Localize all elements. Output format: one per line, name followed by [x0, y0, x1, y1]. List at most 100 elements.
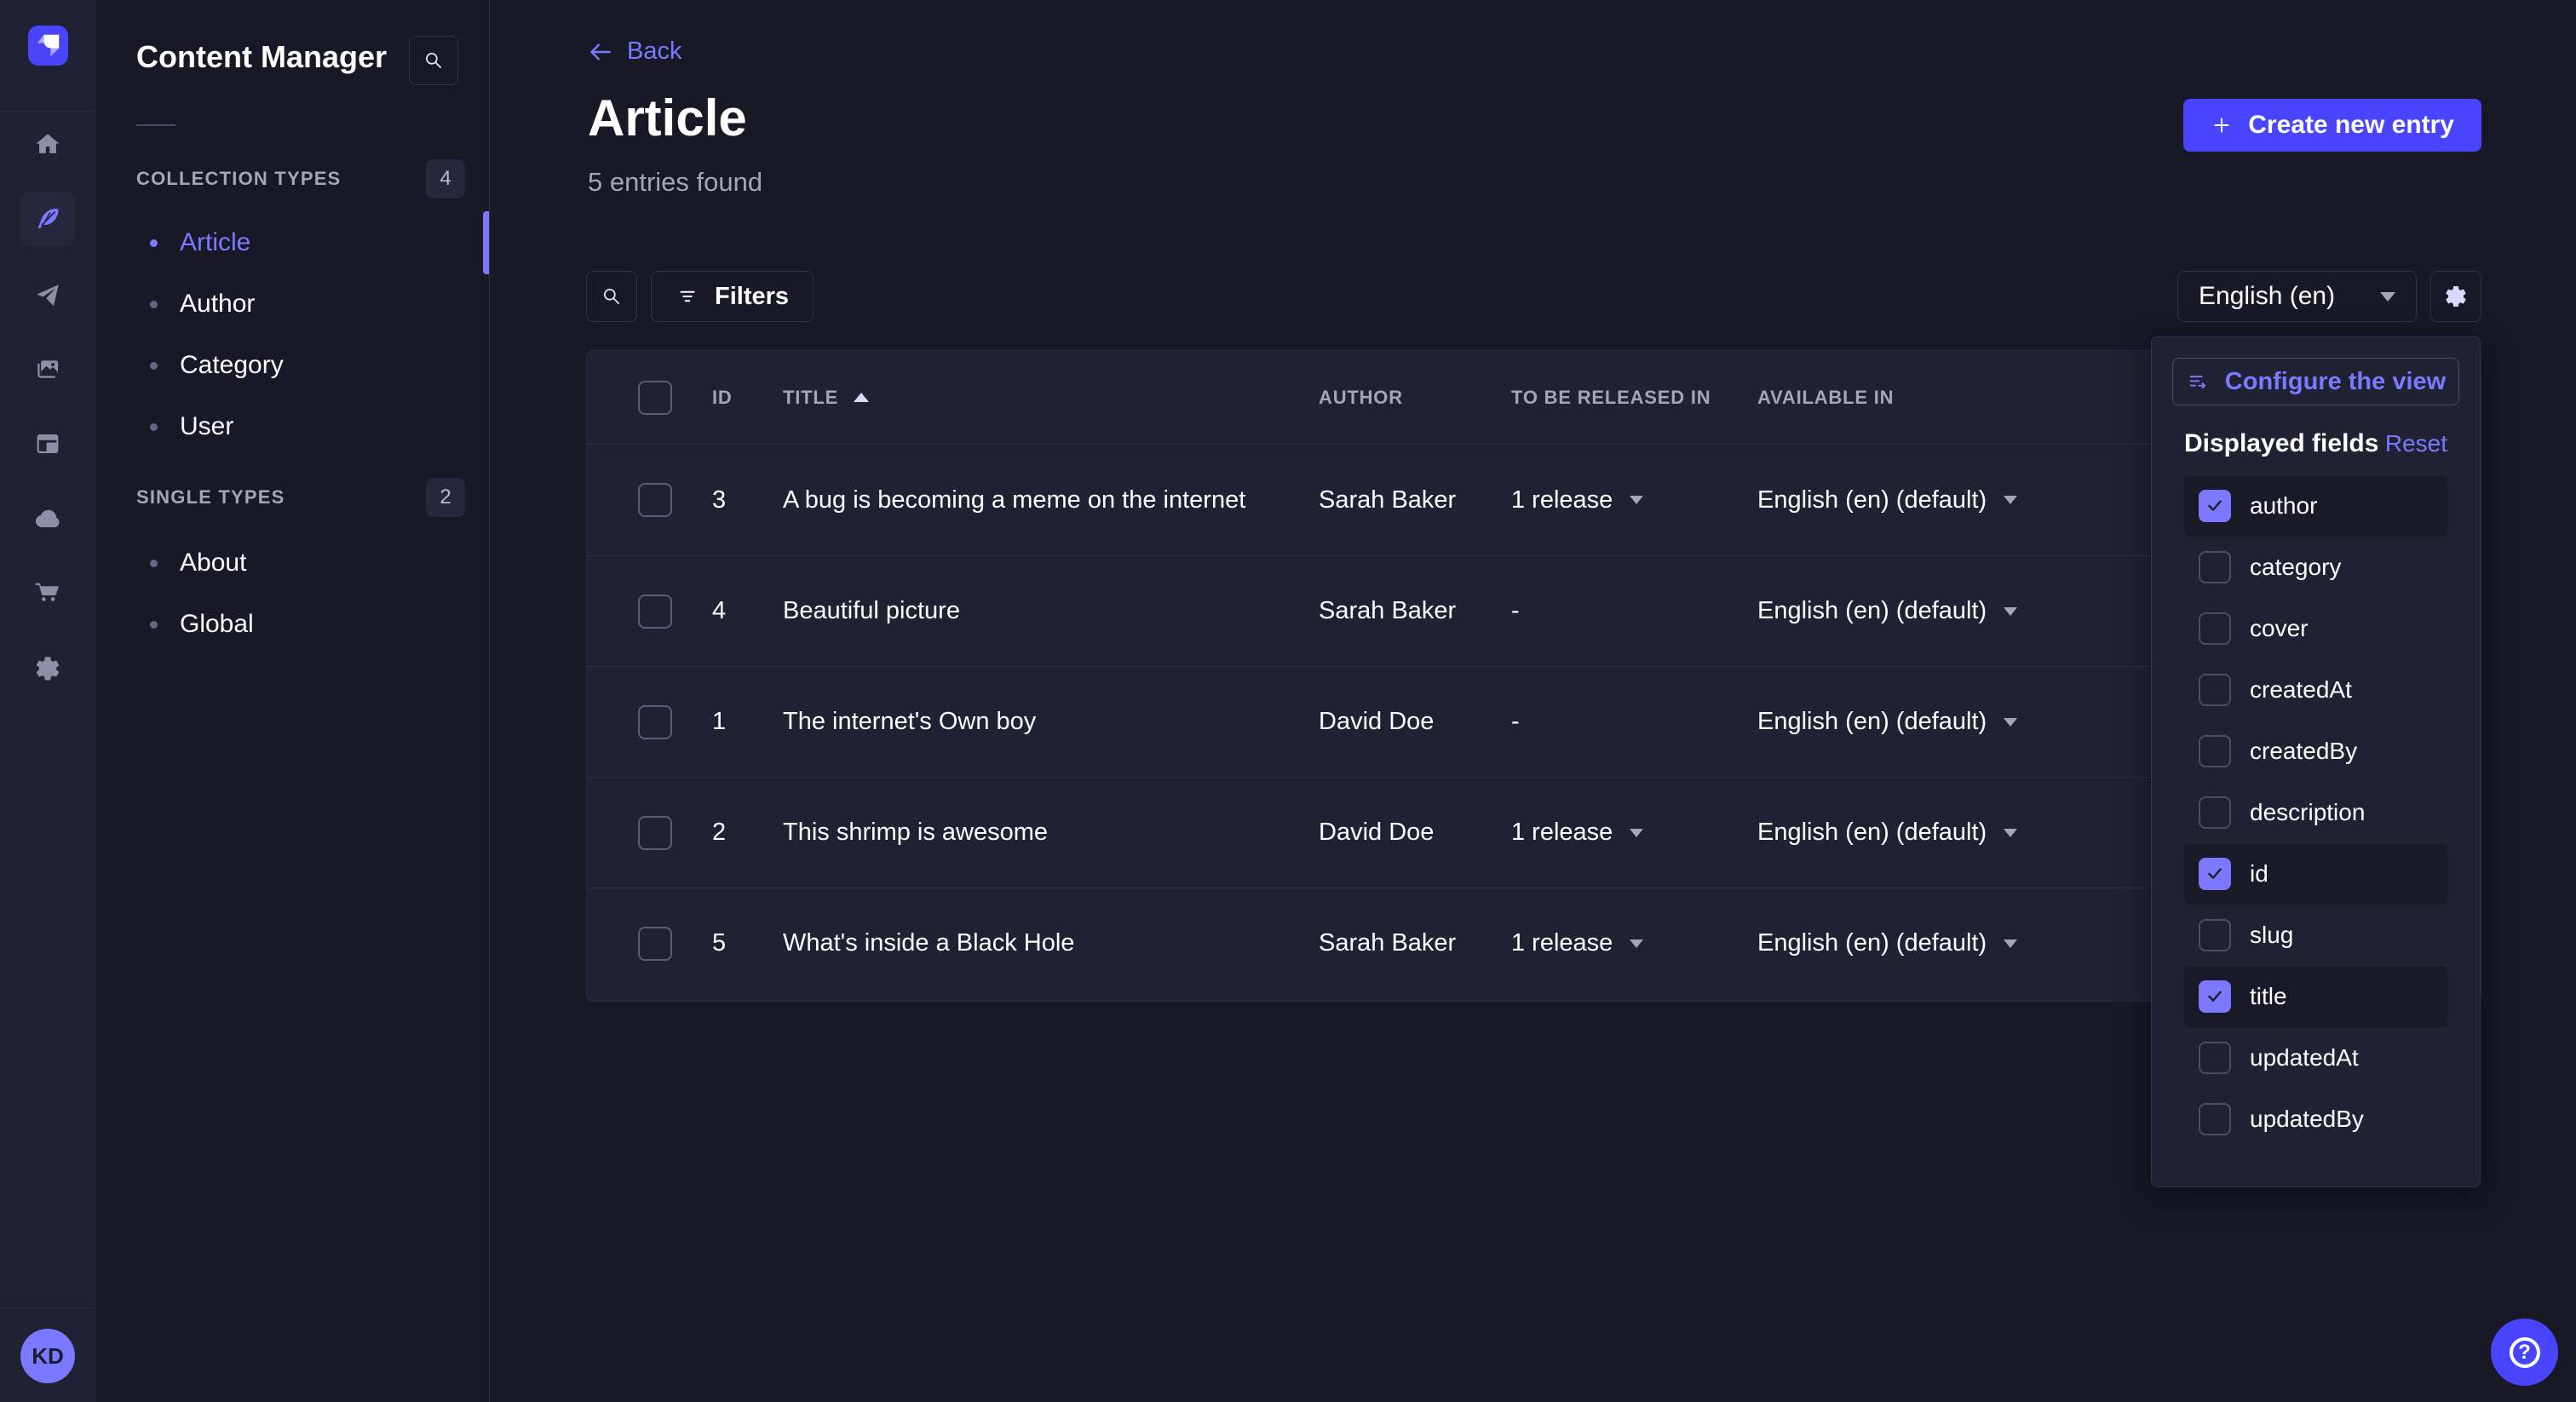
column-header-released[interactable]: TO BE RELEASED IN: [1511, 387, 1757, 409]
checkbox-icon[interactable]: [2199, 919, 2231, 951]
column-header-author[interactable]: AUTHOR: [1319, 387, 1511, 409]
user-avatar[interactable]: KD: [20, 1329, 75, 1383]
bullet-icon: [150, 423, 158, 431]
configure-list-icon: [2186, 370, 2210, 394]
content-manager-feather-icon[interactable]: [20, 192, 75, 246]
bullet-icon: [150, 239, 158, 247]
field-toggle-title[interactable]: title: [2184, 966, 2447, 1027]
main-nav-rail: KD: [0, 0, 95, 1402]
row-checkbox[interactable]: [638, 927, 672, 961]
releases-cell[interactable]: 1 release: [1511, 929, 1757, 957]
chevron-down-icon: [1630, 939, 1643, 948]
field-toggle-cover[interactable]: cover: [2184, 598, 2447, 659]
collection-types-header: COLLECTION TYPES 4: [136, 159, 465, 198]
field-toggle-id[interactable]: id: [2184, 843, 2447, 905]
single-types-header: SINGLE TYPES 2: [136, 478, 465, 517]
list-toolbar: Filters English (en): [586, 270, 2481, 323]
sidebar-item-user[interactable]: User: [95, 396, 489, 457]
sidebar-search-button[interactable]: [409, 36, 458, 85]
media-library-icon[interactable]: [20, 342, 75, 397]
sidebar-item-category[interactable]: Category: [95, 335, 489, 396]
field-toggle-createdAt[interactable]: createdAt: [2184, 659, 2447, 721]
releases-cell[interactable]: 1 release: [1511, 819, 1757, 847]
field-toggle-description[interactable]: description: [2184, 782, 2447, 843]
column-header-title[interactable]: TITLE: [783, 387, 1319, 409]
single-types-count-badge: 2: [426, 478, 465, 517]
chevron-down-icon: [1630, 496, 1643, 504]
checkbox-icon[interactable]: [2199, 735, 2231, 767]
sidebar-item-global[interactable]: Global: [95, 594, 489, 655]
search-icon: [423, 49, 445, 72]
gear-icon: [2443, 284, 2469, 309]
filters-button[interactable]: Filters: [651, 271, 814, 322]
single-types-label: SINGLE TYPES: [136, 486, 285, 509]
field-toggle-category[interactable]: category: [2184, 537, 2447, 598]
content-manager-sidebar: Content Manager COLLECTION TYPES 4 Artic…: [95, 0, 490, 1402]
page-title: Article: [588, 89, 747, 147]
displayed-fields-header: Displayed fields Reset: [2184, 429, 2447, 458]
sidebar-item-about[interactable]: About: [95, 532, 489, 594]
checkbox-icon[interactable]: [2199, 612, 2231, 645]
displayed-fields-title: Displayed fields: [2184, 429, 2378, 458]
active-item-indicator: [483, 211, 489, 274]
column-header-id[interactable]: ID: [712, 387, 783, 409]
row-checkbox[interactable]: [638, 816, 672, 850]
field-toggle-updatedBy[interactable]: updatedBy: [2184, 1089, 2447, 1150]
collection-types-label: COLLECTION TYPES: [136, 168, 341, 190]
row-checkbox[interactable]: [638, 705, 672, 739]
filter-icon: [676, 284, 699, 308]
paper-plane-icon[interactable]: [20, 268, 75, 323]
collection-types-list: Article Author Category User: [95, 212, 489, 457]
row-checkbox[interactable]: [638, 483, 672, 517]
field-toggle-author[interactable]: author: [2184, 475, 2447, 537]
sidebar-item-article[interactable]: Article: [95, 212, 489, 273]
checkbox-icon[interactable]: [2199, 1103, 2231, 1135]
collection-types-count-badge: 4: [426, 159, 465, 198]
cloud-icon[interactable]: [20, 492, 75, 547]
chevron-down-icon: [2004, 718, 2017, 727]
bullet-icon: [150, 560, 158, 567]
bullet-icon: [150, 362, 158, 370]
chevron-down-icon: [2004, 939, 2017, 948]
view-settings-gear-button[interactable]: [2430, 271, 2481, 322]
checkbox-checked-icon[interactable]: [2199, 490, 2231, 522]
question-mark-icon: ?: [2510, 1337, 2540, 1368]
checkbox-checked-icon[interactable]: [2199, 980, 2231, 1013]
chevron-down-icon: [2004, 496, 2017, 504]
checkbox-icon[interactable]: [2199, 674, 2231, 706]
configure-the-view-button[interactable]: Configure the view: [2172, 358, 2459, 405]
select-all-checkbox[interactable]: [638, 381, 672, 415]
back-link[interactable]: Back: [588, 37, 681, 66]
chevron-down-icon: [2004, 607, 2017, 616]
locale-select[interactable]: English (en): [2177, 271, 2417, 322]
create-new-entry-button[interactable]: Create new entry: [2183, 99, 2481, 152]
checkbox-icon[interactable]: [2199, 1042, 2231, 1074]
help-button[interactable]: ?: [2491, 1319, 2558, 1386]
home-icon[interactable]: [20, 118, 75, 172]
sidebar-item-author[interactable]: Author: [95, 273, 489, 335]
field-toggle-updatedAt[interactable]: updatedAt: [2184, 1027, 2447, 1089]
reset-link[interactable]: Reset: [2385, 430, 2447, 457]
checkbox-checked-icon[interactable]: [2199, 858, 2231, 890]
field-toggle-slug[interactable]: slug: [2184, 905, 2447, 966]
bullet-icon: [150, 621, 158, 629]
chevron-down-icon: [1630, 829, 1643, 837]
rail-bottom-divider: [0, 1307, 95, 1308]
rail-divider: [0, 111, 95, 112]
marketplace-cart-icon[interactable]: [20, 566, 75, 620]
checkbox-icon[interactable]: [2199, 796, 2231, 829]
checkbox-icon[interactable]: [2199, 551, 2231, 583]
sidebar-divider: [136, 124, 175, 126]
releases-cell[interactable]: 1 release: [1511, 486, 1757, 514]
search-icon: [601, 285, 623, 307]
field-toggle-createdBy[interactable]: createdBy: [2184, 721, 2447, 782]
entries-count: 5 entries found: [588, 167, 762, 198]
chevron-down-icon: [2380, 292, 2395, 302]
sort-ascending-icon: [854, 393, 869, 402]
chevron-down-icon: [2004, 829, 2017, 837]
table-search-button[interactable]: [586, 271, 637, 322]
settings-gear-icon[interactable]: [20, 641, 75, 696]
row-checkbox[interactable]: [638, 595, 672, 629]
content-type-builder-icon[interactable]: [20, 417, 75, 471]
bullet-icon: [150, 301, 158, 308]
